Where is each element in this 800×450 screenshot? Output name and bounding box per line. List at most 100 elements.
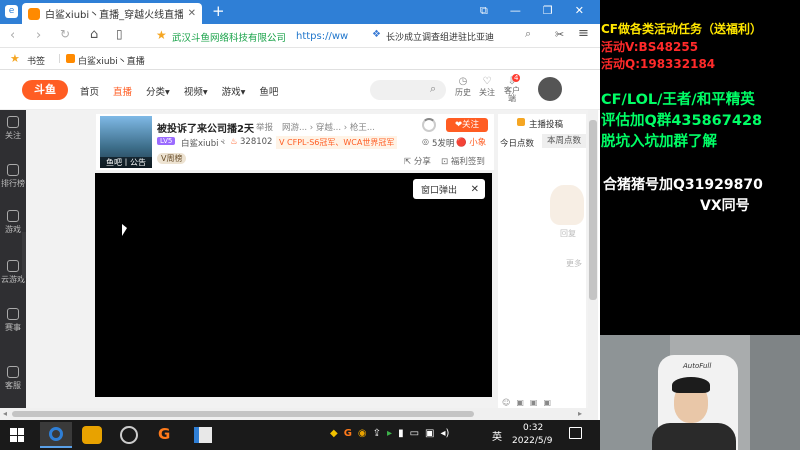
history-label: 历史 — [455, 88, 471, 97]
refresh-icon[interactable]: ↻ — [60, 27, 70, 41]
chevron-right-icon: › — [222, 136, 226, 145]
gift-icon[interactable]: ▣ — [516, 398, 524, 407]
search-hint[interactable]: 长沙成立调查组进驻比亚迪 — [386, 30, 516, 43]
url-input[interactable] — [296, 28, 356, 44]
follow-button[interactable]: ❤关注 — [446, 118, 488, 132]
weekly-rank-badge[interactable]: V周榜 — [157, 153, 187, 164]
category-breadcrumb[interactable]: 网游... › 穿越... › 枪王... — [282, 121, 402, 133]
report-link[interactable]: 举报 — [256, 121, 273, 133]
horizontal-scroll-thumb[interactable] — [12, 411, 474, 417]
sidebar-item-support[interactable]: 客服 — [0, 366, 26, 391]
minimize-button[interactable]: — — [510, 4, 521, 18]
back-icon[interactable]: ‹ — [10, 28, 15, 43]
maximize-button[interactable]: ❐ — [543, 4, 553, 18]
contribution-icon — [517, 118, 525, 126]
fish-ball-icon: ◎ — [422, 137, 429, 146]
reader-icon[interactable]: ▯ — [116, 27, 123, 41]
headset-icon — [7, 366, 19, 378]
taskbar-owl-icon[interactable] — [82, 426, 102, 444]
clock-time[interactable]: 0:32 — [523, 423, 543, 433]
tray-network-icon[interactable]: ▭ — [410, 428, 419, 439]
tab-today-points[interactable]: 今日点数 — [500, 137, 534, 149]
panel-header[interactable]: 主播投稿 — [529, 118, 563, 130]
heat-count: 328102 — [240, 137, 273, 147]
sidebar-item-label: 赛事 — [5, 323, 21, 332]
nav-fishbar[interactable]: 鱼吧 — [259, 84, 278, 98]
tray-upload-icon[interactable]: ⇪ — [373, 428, 381, 439]
video-player[interactable] — [95, 173, 492, 397]
nav-home[interactable]: 首页 — [80, 84, 99, 98]
vertical-scrollbar[interactable] — [588, 110, 598, 408]
tray-owl-icon[interactable]: ◉ — [358, 428, 367, 439]
sidebar-item-follow[interactable]: 关注 — [0, 116, 26, 141]
bookmark-item[interactable]: 白鲨xiubi丶直播 — [78, 54, 145, 67]
panel-reply-link[interactable]: 回复 — [560, 228, 576, 239]
nav-video[interactable]: 视频▾ — [184, 84, 208, 98]
tray-nvidia-icon[interactable]: ▸ — [387, 428, 392, 439]
taskbar-app-icon[interactable] — [194, 427, 212, 443]
streamer-name[interactable]: 白鲨xiubi丶 — [181, 137, 227, 149]
more-icon[interactable]: ▣ — [543, 398, 551, 407]
emoji-icon[interactable]: ☺ — [502, 398, 510, 407]
horizontal-scrollbar[interactable]: ◂ ▸ — [0, 408, 598, 420]
sidebar-item-rank[interactable]: 排行榜 — [0, 164, 26, 189]
tray-volume-icon[interactable]: ◂) — [441, 428, 450, 439]
trophy-icon — [7, 308, 19, 320]
new-tab-button[interactable]: + — [212, 2, 225, 20]
scroll-left-icon[interactable]: ◂ — [3, 409, 7, 418]
welfare-signin-button[interactable]: ⊡ 福利签到 — [441, 155, 485, 167]
tray-display-icon[interactable]: ▣ — [425, 428, 434, 439]
promo-line-6: 脱坑入坑加群了解 — [601, 134, 717, 150]
forward-icon[interactable]: › — [36, 28, 41, 43]
fans-icon[interactable]: ▣ — [530, 398, 538, 407]
vertical-scroll-thumb[interactable] — [589, 120, 597, 300]
extension-icon[interactable]: ⧉ — [480, 4, 488, 18]
douyu-logo[interactable]: 斗鱼 — [22, 80, 68, 100]
close-window-button[interactable]: ✕ — [575, 4, 584, 18]
fish-notice-label[interactable]: 鱼吧丨公告 — [100, 157, 152, 168]
flame-icon: ♨ — [230, 137, 238, 147]
history-button[interactable]: ◷ 历史 — [455, 76, 471, 98]
bookmarks-label[interactable]: 书签 — [27, 54, 45, 67]
menu-icon[interactable]: ≡ — [578, 26, 589, 41]
tray-shield-icon[interactable]: ◆ — [330, 428, 338, 439]
share-label: 分享 — [413, 157, 431, 167]
follow-nav-button[interactable]: ♡ 关注 — [479, 76, 495, 98]
nav-live[interactable]: 直播 — [113, 84, 132, 98]
tab-title: 白鲨xiubi丶直播_穿越火线直播_斗鱼 — [45, 10, 183, 21]
clock-date[interactable]: 2022/5/9 — [512, 436, 552, 446]
active-tab[interactable]: 白鲨xiubi丶直播_穿越火线直播_斗鱼 ✕ — [22, 3, 202, 24]
cloud-game-icon — [7, 260, 19, 272]
tray-mic-icon[interactable]: ▮ — [398, 428, 404, 439]
close-icon[interactable]: ✕ — [471, 184, 479, 195]
cert-org: 武汉斗鱼网络科技有限公司 — [172, 33, 287, 44]
share-button[interactable]: ⇱ 分享 — [404, 155, 431, 167]
client-label: 客户端 — [504, 86, 520, 103]
nav-game[interactable]: 游戏▾ — [222, 84, 246, 98]
rank-icon — [7, 164, 19, 176]
tray-g-icon[interactable]: G — [344, 428, 352, 439]
site-search-icon[interactable]: ⌕ — [430, 82, 436, 96]
notification-center-icon[interactable] — [569, 427, 582, 439]
taskbar-g-icon[interactable]: G — [158, 425, 170, 443]
scroll-right-icon[interactable]: ▸ — [578, 409, 582, 418]
promo-line-2: 活动V:BS48255 — [601, 40, 699, 54]
ime-indicator[interactable]: 英 — [492, 428, 502, 443]
star-icon[interactable]: ★ — [156, 28, 167, 42]
tab-bar: e 白鲨xiubi丶直播_穿越火线直播_斗鱼 ✕ + ⧉ — ❐ ✕ — [0, 0, 600, 24]
user-avatar[interactable] — [538, 77, 562, 101]
tab-close-icon[interactable]: ✕ — [188, 8, 196, 19]
popout-window-button[interactable]: 窗口弹出 ✕ — [413, 179, 485, 199]
search-icon[interactable]: ⌕ — [525, 27, 531, 41]
tab-week-points[interactable]: 本周点数 — [542, 134, 586, 148]
cut-icon[interactable]: ✂ — [555, 28, 564, 41]
start-icon[interactable] — [10, 428, 24, 442]
taskbar-obs-icon[interactable] — [120, 426, 138, 444]
mascot-image — [550, 185, 584, 225]
browser-logo-icon[interactable]: e — [5, 5, 18, 18]
home-icon[interactable]: ⌂ — [90, 27, 98, 42]
panel-more-link[interactable]: 更多 — [566, 258, 582, 269]
taskbar-browser-button[interactable] — [40, 422, 72, 448]
nav-category[interactable]: 分类▾ — [146, 84, 170, 98]
sidebar-item-esports[interactable]: 赛事 — [0, 308, 26, 333]
